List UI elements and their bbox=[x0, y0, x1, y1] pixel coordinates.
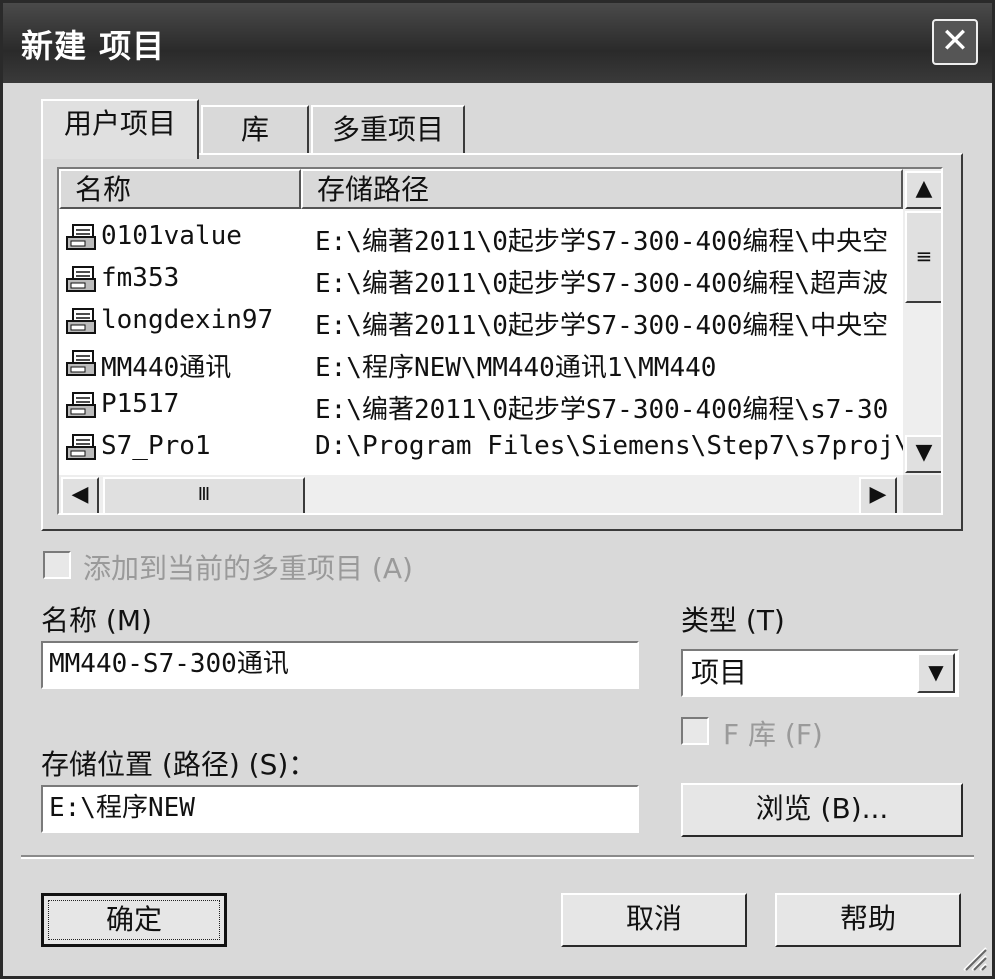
cancel-button[interactable]: 取消 bbox=[561, 893, 747, 947]
add-multiproject-checkbox[interactable] bbox=[43, 551, 71, 579]
dropdown-button[interactable]: ▼ bbox=[917, 653, 955, 693]
tab-user-projects[interactable]: 用户项目 bbox=[41, 99, 199, 159]
close-button[interactable]: ✕ bbox=[932, 19, 978, 65]
new-project-dialog: 新建 项目 ✕ 用户项目 库 多重项目 名称 存储路径 0101value E:… bbox=[0, 0, 995, 979]
column-header-path[interactable]: 存储路径 bbox=[301, 169, 903, 209]
list-item[interactable]: MM440通讯 E:\程序NEW\MM440通讯1\MM440 bbox=[59, 343, 903, 385]
scroll-down-button[interactable]: ▼ bbox=[905, 435, 941, 473]
type-select-value: 项目 bbox=[691, 656, 748, 689]
project-path: E:\编著2011\0起步学S7-300-400编程\中央空 bbox=[315, 227, 889, 257]
scroll-left-button[interactable]: ◀ bbox=[61, 477, 99, 513]
project-list[interactable]: 名称 存储路径 0101value E:\编著2011\0起步学S7-300-4… bbox=[57, 167, 943, 515]
location-label: 存储位置 (路径) (S)： bbox=[41, 748, 317, 781]
project-name: P1517 bbox=[101, 389, 180, 419]
arrow-right-icon: ▶ bbox=[869, 482, 887, 507]
scroll-corner bbox=[903, 475, 941, 513]
f-library-checkbox[interactable] bbox=[681, 717, 709, 745]
name-label: 名称 (M) bbox=[41, 604, 152, 637]
project-path: E:\程序NEW\MM440通讯1\MM440 bbox=[315, 353, 717, 383]
grip-icon: Ⅲ bbox=[197, 484, 211, 505]
project-path: E:\编著2011\0起步学S7-300-400编程\中央空 bbox=[315, 311, 889, 341]
name-input[interactable]: MM440-S7-300通讯 bbox=[41, 641, 639, 689]
add-multiproject-label: 添加到当前的多重项目 (A) bbox=[83, 552, 413, 585]
project-icon bbox=[66, 434, 96, 460]
tab-label: 多重项目 bbox=[331, 113, 444, 146]
tab-label: 库 bbox=[240, 113, 269, 146]
arrow-left-icon: ◀ bbox=[71, 482, 89, 507]
tab-multiprojects[interactable]: 多重项目 bbox=[311, 105, 465, 157]
grip-icon: ≡ bbox=[915, 244, 933, 268]
project-icon bbox=[66, 392, 96, 418]
list-item[interactable]: 0101value E:\编著2011\0起步学S7-300-400编程\中央空 bbox=[59, 217, 903, 259]
list-item[interactable]: longdexin97 E:\编著2011\0起步学S7-300-400编程\中… bbox=[59, 301, 903, 343]
title-bar[interactable]: 新建 项目 ✕ bbox=[3, 3, 992, 83]
chevron-down-icon: ▼ bbox=[928, 660, 944, 684]
project-name: 0101value bbox=[101, 221, 242, 251]
project-icon bbox=[66, 266, 96, 292]
type-select[interactable]: 项目 ▼ bbox=[681, 649, 959, 697]
project-name: S7_Pro1 bbox=[101, 431, 211, 461]
scroll-right-button[interactable]: ▶ bbox=[859, 477, 897, 513]
focus-rect bbox=[48, 900, 220, 940]
ok-button[interactable]: 确定 bbox=[41, 893, 227, 947]
project-icon bbox=[66, 350, 96, 376]
project-path: E:\编著2011\0起步学S7-300-400编程\超声波 bbox=[315, 269, 889, 299]
column-header-name[interactable]: 名称 bbox=[59, 169, 301, 209]
tab-libraries[interactable]: 库 bbox=[201, 105, 309, 157]
f-library-label: F 库 (F) bbox=[723, 718, 823, 751]
divider bbox=[21, 855, 974, 859]
help-button[interactable]: 帮助 bbox=[775, 893, 961, 947]
window-title: 新建 项目 bbox=[21, 27, 166, 65]
vertical-scrollbar[interactable]: ▲ ≡ ▼ bbox=[903, 169, 941, 475]
arrow-up-icon: ▲ bbox=[915, 176, 933, 201]
list-item[interactable]: fm353 E:\编著2011\0起步学S7-300-400编程\超声波 bbox=[59, 259, 903, 301]
project-name: fm353 bbox=[101, 263, 180, 293]
project-name: longdexin97 bbox=[101, 305, 274, 335]
list-item[interactable]: S7_Pro1 D:\Program Files\Siemens\Step7\s… bbox=[59, 427, 903, 469]
project-path: E:\编著2011\0起步学S7-300-400编程\s7-30 bbox=[315, 395, 889, 425]
arrow-down-icon: ▼ bbox=[915, 440, 933, 465]
list-header: 名称 存储路径 bbox=[59, 169, 903, 209]
list-item[interactable]: P1517 E:\编著2011\0起步学S7-300-400编程\s7-30 bbox=[59, 385, 903, 427]
browse-button[interactable]: 浏览 (B)... bbox=[681, 783, 963, 837]
horizontal-scrollbar[interactable]: ◀ Ⅲ ▶ bbox=[59, 475, 903, 513]
project-path: D:\Program Files\Siemens\Step7\s7proj\S bbox=[315, 431, 903, 461]
project-icon bbox=[66, 224, 96, 250]
type-label: 类型 (T) bbox=[681, 604, 785, 637]
project-icon bbox=[66, 308, 96, 334]
close-icon: ✕ bbox=[940, 21, 970, 61]
tab-label: 用户项目 bbox=[63, 107, 176, 140]
location-input[interactable]: E:\程序NEW bbox=[41, 785, 639, 833]
project-name: MM440通讯 bbox=[101, 353, 232, 383]
scroll-up-button[interactable]: ▲ bbox=[905, 171, 941, 209]
vertical-scroll-thumb[interactable]: ≡ bbox=[905, 211, 941, 303]
horizontal-scroll-thumb[interactable]: Ⅲ bbox=[103, 477, 305, 513]
resize-grip-icon[interactable] bbox=[960, 944, 988, 972]
